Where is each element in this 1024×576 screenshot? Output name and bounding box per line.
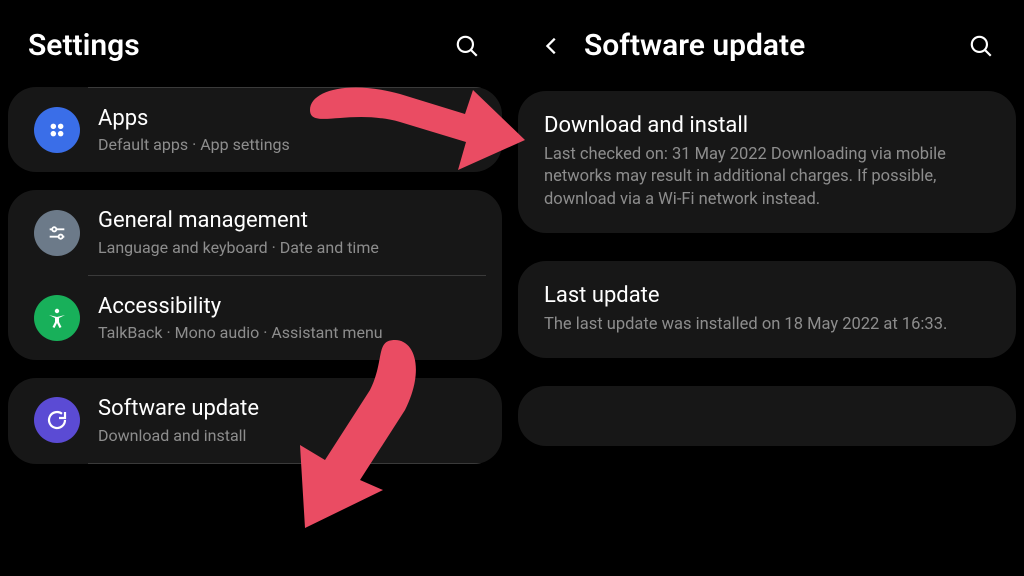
settings-panel: Settings Apps Default apps · App setting… [0,0,510,576]
accessibility-icon [34,295,80,341]
settings-sliders-icon [34,210,80,256]
settings-item-title: General management [98,208,379,234]
search-icon [968,33,994,59]
settings-item-software-update[interactable]: Software update Download and install [24,378,486,462]
settings-group-3: Software update Download and install [8,378,502,463]
page-title: Settings [28,28,140,63]
settings-item-sub: Default apps · App settings [98,135,290,154]
software-update-panel: Software update Download and install Las… [510,0,1024,576]
search-button[interactable] [966,31,996,61]
back-button[interactable] [538,32,566,60]
search-icon [454,33,480,59]
last-update-card[interactable]: Last update The last update was installe… [518,261,1016,358]
settings-item-sub: Language and keyboard · Date and time [98,238,379,257]
card-title: Last update [544,283,990,308]
page-title: Software update [584,28,966,63]
download-and-install-card[interactable]: Download and install Last checked on: 31… [518,91,1016,233]
update-icon [34,397,80,443]
chevron-left-icon [541,35,563,57]
settings-item-sub: Download and install [98,426,259,445]
settings-group-2: General management Language and keyboard… [8,190,502,360]
software-update-header: Software update [518,0,1016,87]
settings-item-general[interactable]: General management Language and keyboard… [24,190,486,274]
settings-item-accessibility[interactable]: Accessibility TalkBack · Mono audio · As… [24,276,486,360]
card-title: Download and install [544,113,990,138]
settings-item-title: Accessibility [98,294,383,320]
settings-item-apps[interactable]: Apps Default apps · App settings [24,88,486,172]
divider [88,463,486,464]
settings-item-sub: TalkBack · Mono audio · Assistant menu [98,323,383,342]
card-body: Last checked on: 31 May 2022 Downloading… [544,144,990,211]
placeholder-card [518,386,1016,446]
settings-group-1: Apps Default apps · App settings [8,87,502,172]
settings-header: Settings [8,0,502,87]
card-body: The last update was installed on 18 May … [544,314,990,336]
settings-item-title: Software update [98,396,259,422]
apps-icon [34,107,80,153]
settings-item-title: Apps [98,106,290,132]
search-button[interactable] [452,31,482,61]
